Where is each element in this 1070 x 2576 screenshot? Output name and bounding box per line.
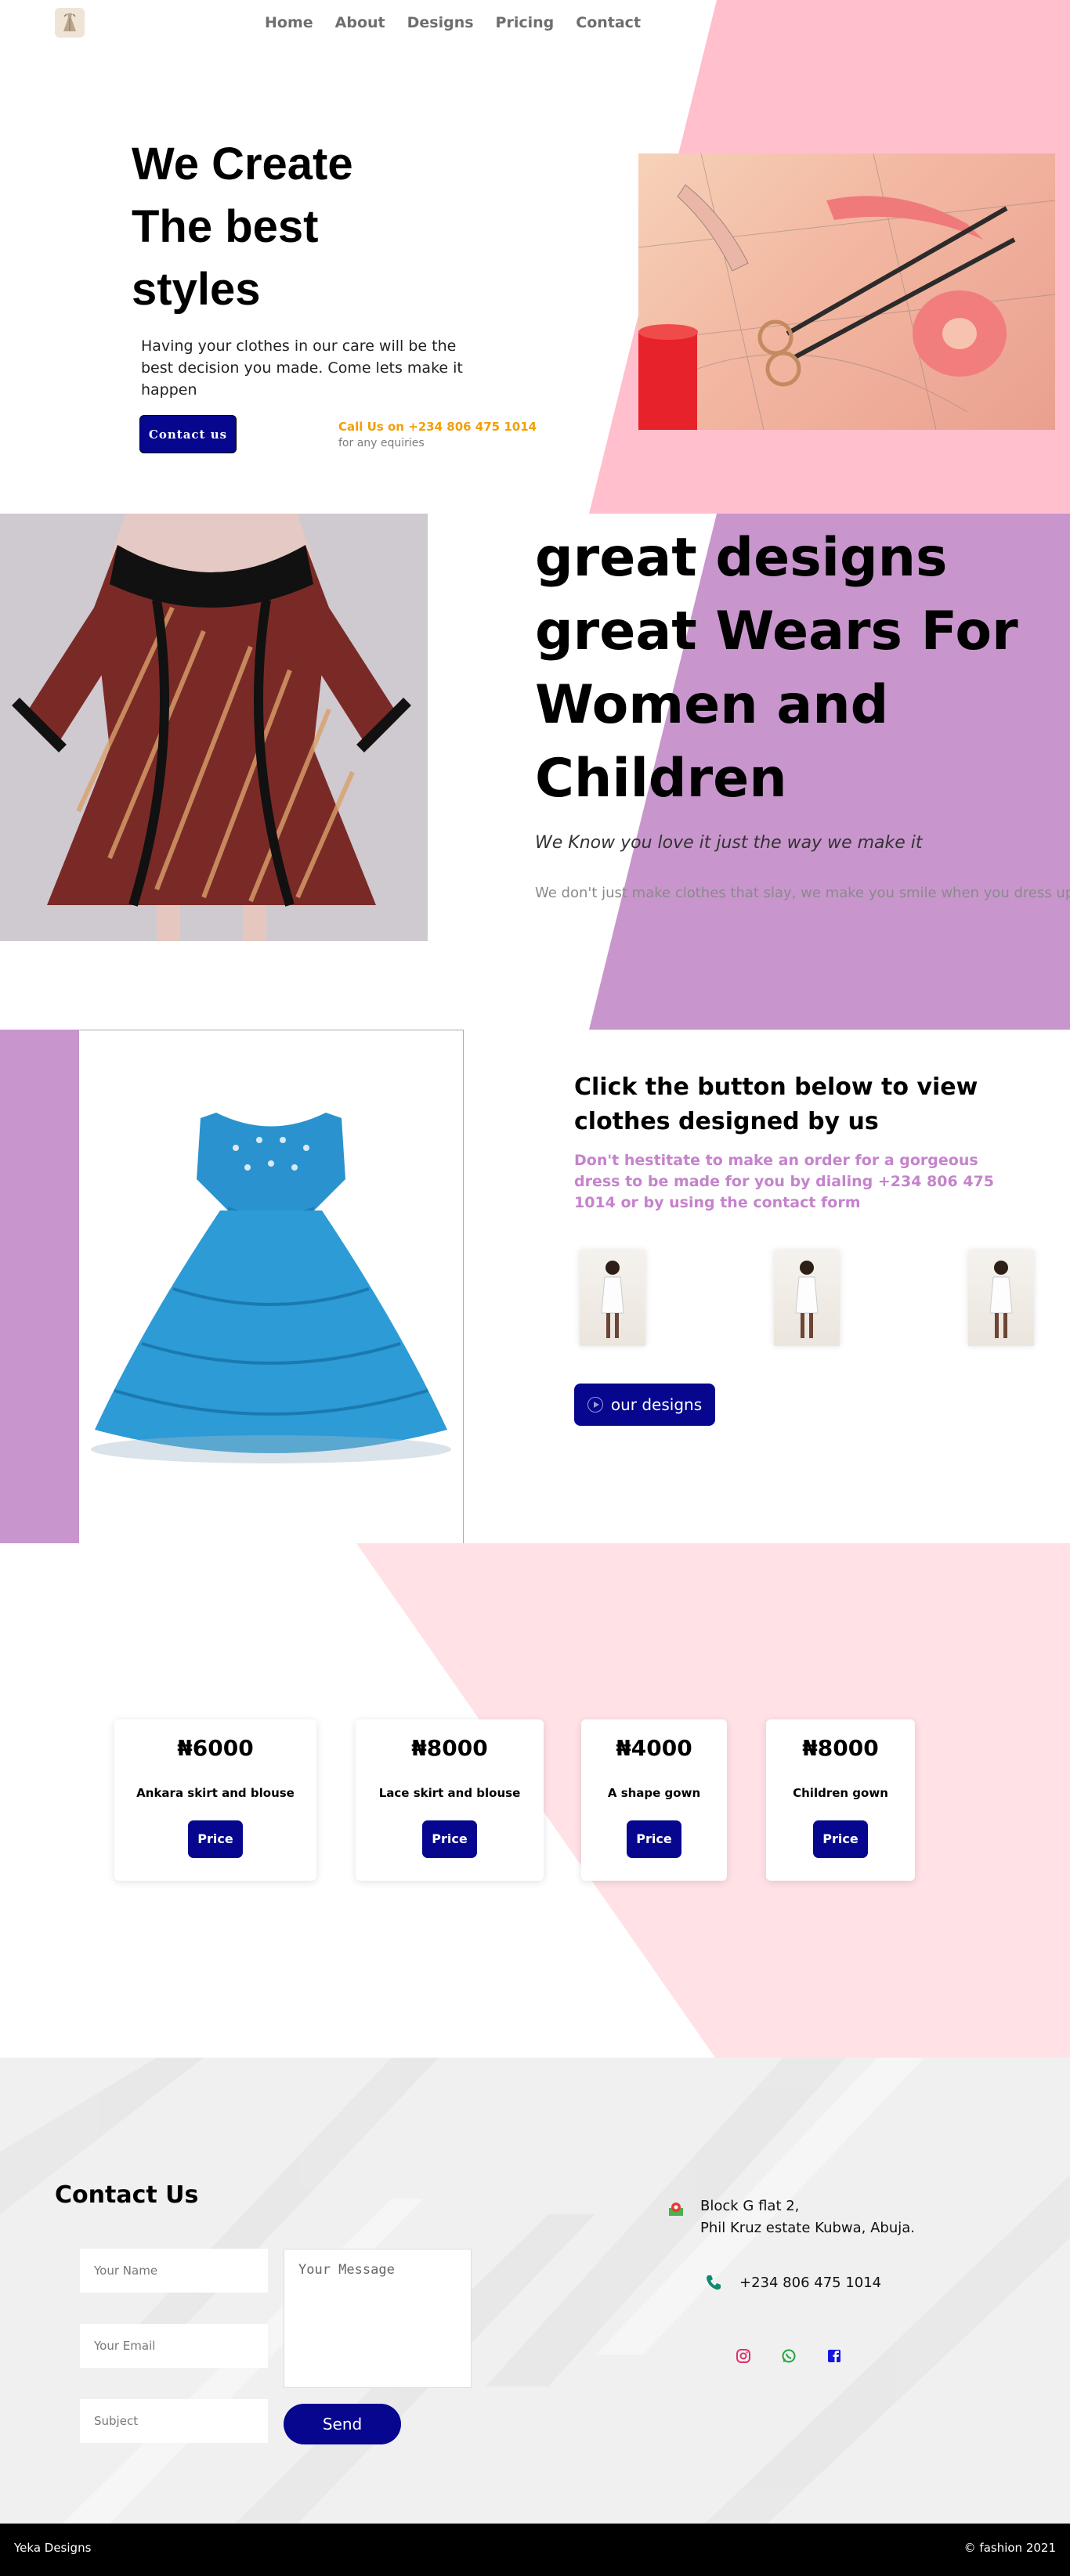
nav-links: Home About Designs Pricing Contact: [265, 14, 641, 31]
footer-copyright: © fashion 2021: [963, 2541, 1056, 2555]
price-amount: ₦4000: [616, 1735, 692, 1761]
model-thumbnail[interactable]: [774, 1250, 840, 1346]
call-us-text[interactable]: Call Us on +234 806 475 1014: [338, 420, 537, 434]
price-card: ₦8000 Children gown Price: [766, 1719, 915, 1881]
address-line-2: Phil Kruz estate Kubwa, Abuja.: [700, 2220, 915, 2236]
our-designs-button[interactable]: our designs: [574, 1384, 715, 1426]
hero-title: We Create The best styles: [132, 139, 353, 315]
facebook-icon[interactable]: [826, 2347, 843, 2365]
price-item-name: Ankara skirt and blouse: [136, 1786, 295, 1800]
price-button[interactable]: Price: [422, 1820, 477, 1858]
footer-brand: Yeka Designs: [14, 2541, 92, 2555]
our-designs-title: Click the button below to view clothes d…: [574, 1073, 978, 1135]
price-item-name: Lace skirt and blouse: [378, 1786, 521, 1800]
nav-link-pricing[interactable]: Pricing: [496, 14, 555, 31]
subject-field[interactable]: Subject: [80, 2399, 268, 2443]
footer: Yeka Designs © fashion 2021: [0, 2524, 1070, 2576]
phone-number[interactable]: +234 806 475 1014: [739, 2275, 881, 2291]
design-thumbnails: [580, 1250, 1034, 1346]
price-card: ₦8000 Lace skirt and blouse Price: [356, 1719, 544, 1881]
price-amount: ₦8000: [411, 1735, 488, 1761]
price-item-name: Children gown: [793, 1786, 888, 1800]
message-field[interactable]: Your Message: [284, 2249, 472, 2388]
accent-strip: [0, 1030, 79, 1543]
our-designs-text: Don't hestitate to make an order for a g…: [574, 1152, 994, 1211]
designs-intro-section: great designs great Wears For Women and …: [0, 514, 1070, 1030]
price-card: ₦6000 Ankara skirt and blouse Price: [114, 1719, 316, 1881]
pricing-section: ₦6000 Ankara skirt and blouse Price ₦800…: [0, 1543, 1070, 2058]
address-line-1: Block G flat 2,: [700, 2198, 800, 2214]
price-item-name: A shape gown: [607, 1786, 701, 1800]
price-amount: ₦6000: [177, 1735, 254, 1761]
nav-link-about[interactable]: About: [335, 14, 385, 31]
location-icon: [667, 2202, 685, 2221]
model-thumbnail[interactable]: [968, 1250, 1034, 1346]
email-field[interactable]: Your Email: [80, 2324, 268, 2368]
price-card: ₦4000 A shape gown Price: [581, 1719, 727, 1881]
contact-section: Contact Us Your Name Your Email Subject …: [0, 2058, 1070, 2524]
designs-intro-description: We don't just make clothes that slay, we…: [535, 885, 1070, 901]
contact-title: Contact Us: [55, 2181, 199, 2209]
our-designs-button-label: our designs: [610, 1395, 703, 1414]
phone-icon: [705, 2274, 722, 2294]
contact-us-button[interactable]: Contact us: [139, 415, 237, 453]
our-designs-section: Click the button below to view clothes d…: [0, 1030, 1070, 1544]
blue-dress-photo: [79, 1030, 464, 1544]
nav-link-home[interactable]: Home: [265, 14, 313, 31]
price-amount: ₦8000: [802, 1735, 879, 1761]
whatsapp-icon[interactable]: [780, 2347, 797, 2365]
nav-link-contact[interactable]: Contact: [576, 14, 641, 31]
top-nav: Home About Designs Pricing Contact: [0, 0, 1070, 49]
call-us-subtext: for any equiries: [338, 437, 425, 449]
tailoring-tools-photo: [638, 153, 1055, 430]
price-button[interactable]: Price: [188, 1820, 243, 1858]
ankara-dress-photo: [0, 514, 428, 941]
designs-intro-title: great designs great Wears For Women and …: [535, 527, 1018, 810]
address-text: Block G flat 2, Phil Kruz estate Kubwa, …: [700, 2195, 915, 2239]
hero-section: We Create The best styles Having your cl…: [0, 0, 1070, 514]
designs-intro-tagline: We Know you love it just the way we make…: [535, 833, 923, 853]
send-button[interactable]: Send: [284, 2404, 401, 2444]
instagram-icon[interactable]: [735, 2347, 752, 2365]
dress-logo-icon[interactable]: [55, 8, 85, 38]
name-field[interactable]: Your Name: [80, 2249, 268, 2293]
nav-link-designs[interactable]: Designs: [407, 14, 474, 31]
play-circle-icon: [587, 1397, 603, 1412]
price-button[interactable]: Price: [813, 1820, 868, 1858]
hero-subtitle: Having your clothes in our care will be …: [141, 337, 463, 399]
price-button[interactable]: Price: [627, 1820, 681, 1858]
model-thumbnail[interactable]: [580, 1250, 645, 1346]
